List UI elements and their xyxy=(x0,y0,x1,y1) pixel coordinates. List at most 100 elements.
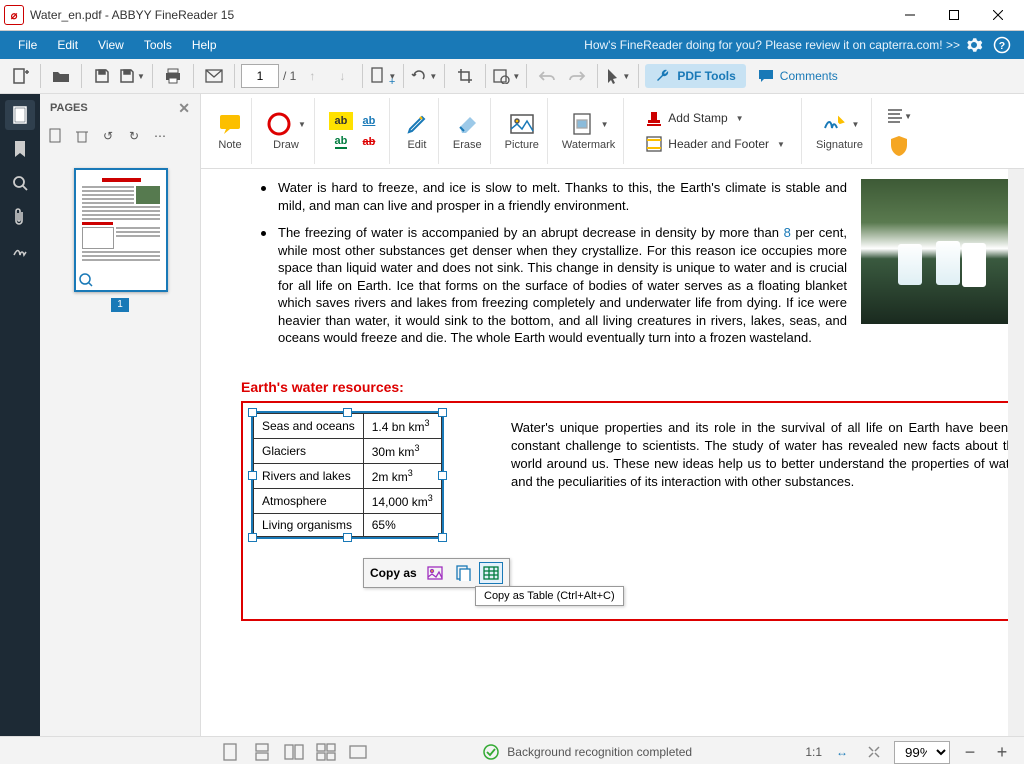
copy-as-text-button[interactable] xyxy=(451,562,475,584)
rotate-left-icon[interactable]: ↺ xyxy=(98,126,118,146)
header-footer-button[interactable]: Header and Footer▼ xyxy=(640,133,791,155)
rotate-right-icon[interactable]: ↻ xyxy=(124,126,144,146)
layout-icon[interactable]: ▼ xyxy=(886,103,912,129)
rail-bookmarks[interactable] xyxy=(5,134,35,164)
zoom-in-button[interactable]: + xyxy=(990,740,1014,764)
copy-as-tooltip: Copy as Table (Ctrl+Alt+C) xyxy=(475,586,624,606)
pages-panel-title: PAGES xyxy=(50,102,88,114)
page-number-input[interactable] xyxy=(241,64,279,88)
bullet-2: The freezing of water is accompanied by … xyxy=(278,224,847,347)
right-paragraph: Water's unique properties and its role i… xyxy=(511,411,1021,491)
recognize-button[interactable]: ▼ xyxy=(492,62,520,90)
ribbon-erase[interactable]: Erase xyxy=(445,98,491,164)
close-button[interactable] xyxy=(976,0,1020,30)
draw-icon xyxy=(266,111,292,137)
new-doc-button[interactable] xyxy=(6,62,34,90)
pdf-tools-button[interactable]: PDF Tools xyxy=(645,64,745,88)
page-up-button[interactable]: ↑ xyxy=(298,62,326,90)
fit-page-button[interactable] xyxy=(862,740,886,764)
view-two-continuous[interactable] xyxy=(314,740,338,764)
copy-as-table-button[interactable] xyxy=(479,562,503,584)
ribbon-watermark[interactable]: ▼ Watermark xyxy=(554,98,624,164)
zoom-select[interactable]: 99% xyxy=(894,741,950,764)
document-page: Water is hard to freeze, and ice is slow… xyxy=(201,169,1024,736)
pages-toolbar: ↺ ↻ ⋯ xyxy=(40,122,200,150)
comments-label: Comments xyxy=(780,69,838,83)
document-viewport[interactable]: Water is hard to freeze, and ice is slow… xyxy=(201,169,1024,736)
rail-pages[interactable] xyxy=(5,100,35,130)
menu-file[interactable]: File xyxy=(8,31,47,59)
ribbon-signature[interactable]: ▼ Signature xyxy=(808,98,872,164)
close-panel-button[interactable]: ✕ xyxy=(178,100,190,117)
picture-icon xyxy=(509,111,535,137)
more-icon[interactable]: ⋯ xyxy=(150,126,170,146)
bullet-1: Water is hard to freeze, and ice is slow… xyxy=(278,179,847,214)
ribbon-edit[interactable]: Edit xyxy=(396,98,439,164)
strikeout-green-icon[interactable]: ab xyxy=(329,134,353,150)
menu-edit[interactable]: Edit xyxy=(47,31,88,59)
save-as-button[interactable]: ▼ xyxy=(118,62,146,90)
review-link[interactable]: How's FineReader doing for you? Please r… xyxy=(584,38,960,52)
table-selection[interactable]: Seas and oceans1.4 bn km3 Glaciers30m km… xyxy=(251,411,444,539)
delete-page-icon[interactable] xyxy=(72,126,92,146)
vertical-scrollbar[interactable] xyxy=(1008,169,1024,736)
view-continuous[interactable] xyxy=(250,740,274,764)
menu-view[interactable]: View xyxy=(88,31,134,59)
add-page-icon[interactable] xyxy=(46,126,66,146)
open-button[interactable] xyxy=(47,62,75,90)
copy-as-image-button[interactable] xyxy=(423,562,447,584)
watermark-icon xyxy=(569,111,595,137)
maximize-button[interactable] xyxy=(932,0,976,30)
settings-icon[interactable] xyxy=(960,31,988,59)
add-stamp-button[interactable]: Add Stamp▼ xyxy=(640,107,749,129)
email-button[interactable] xyxy=(200,62,228,90)
menu-help[interactable]: Help xyxy=(182,31,227,59)
edit-icon xyxy=(404,111,430,137)
view-fullscreen[interactable] xyxy=(346,740,370,764)
rail-attachments[interactable] xyxy=(5,202,35,232)
app-icon: ⌀ xyxy=(4,5,24,25)
signature-icon xyxy=(820,111,846,137)
menu-tools[interactable]: Tools xyxy=(134,31,182,59)
rail-search[interactable] xyxy=(5,168,35,198)
zoom-out-button[interactable]: − xyxy=(958,740,982,764)
strikeout-red-icon[interactable]: ab xyxy=(357,134,381,150)
svg-text:?: ? xyxy=(999,40,1005,52)
rail-signatures[interactable] xyxy=(5,236,35,266)
statusbar: Background recognition completed 1:1 ↔ 9… xyxy=(0,736,1024,764)
help-icon[interactable]: ? xyxy=(988,31,1016,59)
view-single-page[interactable] xyxy=(218,740,242,764)
scale-label[interactable]: 1:1 xyxy=(805,745,822,759)
print-button[interactable] xyxy=(159,62,187,90)
minimize-button[interactable] xyxy=(888,0,932,30)
page-thumbnail[interactable] xyxy=(74,168,168,292)
left-rail xyxy=(0,94,40,736)
titlebar: ⌀ Water_en.pdf - ABBYY FineReader 15 xyxy=(0,0,1024,31)
view-two-page[interactable] xyxy=(282,740,306,764)
copy-as-toolbar: Copy as xyxy=(363,558,510,588)
save-button[interactable] xyxy=(88,62,116,90)
selection-area: Seas and oceans1.4 bn km3 Glaciers30m km… xyxy=(241,401,1024,621)
comments-button[interactable]: Comments xyxy=(748,65,848,87)
fit-width-button[interactable]: ↔ xyxy=(830,740,854,764)
page-down-button[interactable]: ↓ xyxy=(328,62,356,90)
redo-button[interactable] xyxy=(563,62,591,90)
shield-icon[interactable] xyxy=(886,133,912,159)
comment-icon xyxy=(758,69,774,83)
highlight-icon[interactable]: ab xyxy=(329,112,353,130)
pointer-button[interactable]: ▼ xyxy=(604,62,632,90)
ribbon-picture[interactable]: Picture xyxy=(497,98,548,164)
underline-icon[interactable]: ab xyxy=(357,113,381,129)
undo-button[interactable] xyxy=(533,62,561,90)
wrench-icon xyxy=(655,68,671,84)
crop-button[interactable] xyxy=(451,62,479,90)
add-page-button[interactable]: +▼ xyxy=(369,62,397,90)
recognized-icon xyxy=(79,273,93,287)
thumb-page-number: 1 xyxy=(111,298,129,312)
ribbon-note[interactable]: Note xyxy=(209,98,252,164)
erase-icon xyxy=(454,111,480,137)
ribbon-draw[interactable]: ▼ Draw xyxy=(258,98,315,164)
copy-as-label: Copy as xyxy=(370,566,417,580)
table-row: Atmosphere14,000 km3 xyxy=(254,488,442,513)
rotate-button[interactable]: ▼ xyxy=(410,62,438,90)
